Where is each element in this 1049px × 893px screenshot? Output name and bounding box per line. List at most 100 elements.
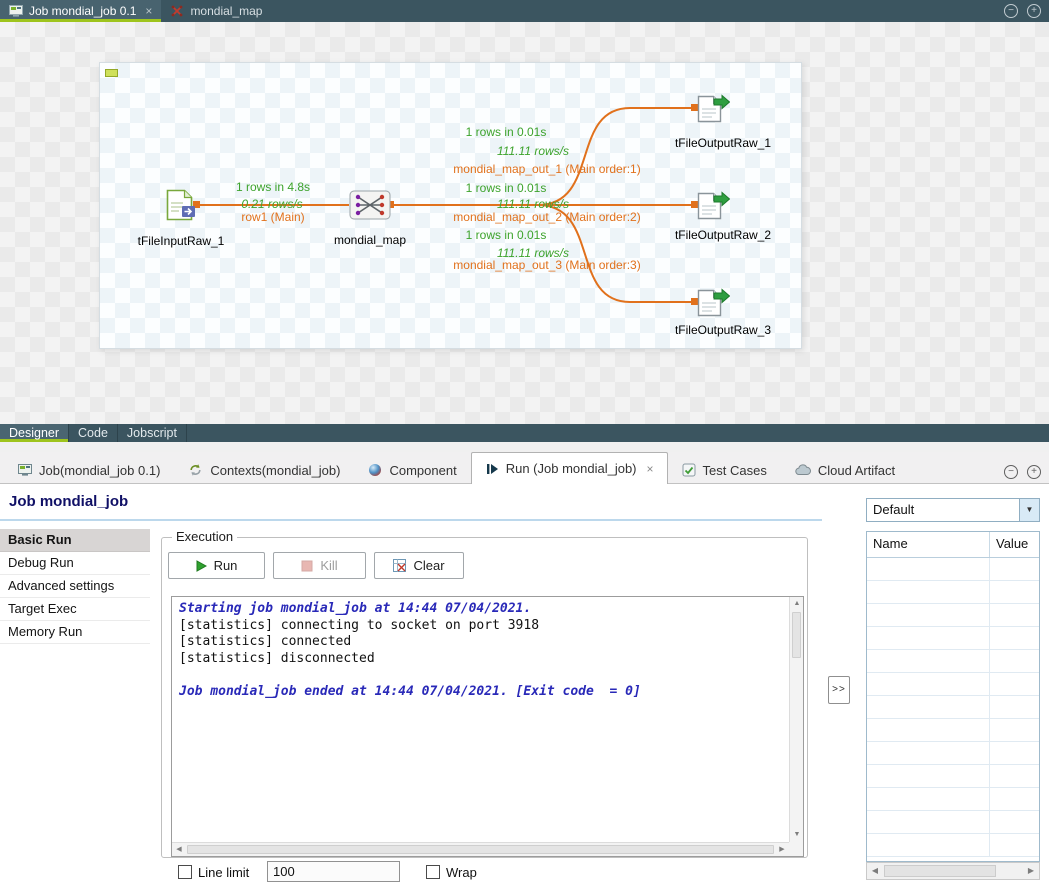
tab-contexts-view[interactable]: Contexts(mondial_job) [174,455,354,484]
console-line: [statistics] connecting to socket on por… [179,618,787,635]
scrollbar-thumb[interactable] [187,845,774,854]
job-canvas[interactable]: tFileInputRaw_1 mondial_map tFileOutputR… [99,62,802,349]
scroll-up-icon[interactable]: ▲ [790,597,804,611]
designer-canvas-region: tFileInputRaw_1 mondial_map tFileOutputR… [0,22,1049,424]
component-tfileoutputraw-2[interactable] [696,190,730,223]
kill-button[interactable]: Kill [273,552,366,579]
console-vertical-scrollbar[interactable]: ▲ ▼ [789,597,803,842]
table-row [867,604,1039,627]
file-output-icon [696,287,730,317]
table-row [867,719,1039,742]
tab-label: Component [389,463,456,478]
menu-item-basic-run[interactable]: Basic Run [0,529,150,552]
clear-button[interactable]: Clear [374,552,464,579]
job-icon [18,464,32,476]
context-select-value: Default [867,499,1019,521]
execution-group: Execution Run Kill Clear Starting job mo… [161,537,808,858]
link-name: row1 (Main) [241,210,304,224]
editor-tab-bar: Job mondial_job 0.1 × mondial_map − + [0,0,1049,22]
execution-console[interactable]: Starting job mondial_job at 14:44 07/04/… [171,596,804,857]
minimize-icon[interactable]: − [1004,4,1018,18]
scrollbar-thumb[interactable] [792,612,801,658]
link-rows-stat: 1 rows in 0.01s [466,181,547,195]
menu-item-advanced-settings[interactable]: Advanced settings [0,575,150,598]
component-tfileoutputraw-1[interactable] [696,93,730,126]
play-icon [196,560,207,572]
context-variables-table: Name Value [866,531,1040,862]
editor-tab-map[interactable]: mondial_map [161,0,271,22]
minimize-icon[interactable]: − [1004,465,1018,479]
menu-item-memory-run[interactable]: Memory Run [0,621,150,644]
tab-job-view[interactable]: Job(mondial_job 0.1) [4,455,174,484]
wrap-checkbox[interactable] [426,865,440,879]
restore-icon[interactable]: + [1027,465,1041,479]
component-tfileoutputraw-3[interactable] [696,287,730,320]
scroll-left-icon[interactable]: ◀ [172,843,186,857]
console-line: Job mondial_job ended at 14:44 07/04/202… [179,684,787,701]
menu-item-target-exec[interactable]: Target Exec [0,598,150,621]
component-label: tFileOutputRaw_2 [675,228,771,242]
table-header: Name Value [867,532,1039,558]
table-row [867,811,1039,834]
chevron-down-icon[interactable]: ▼ [1019,499,1039,521]
line-limit-input[interactable] [267,861,400,882]
context-select[interactable]: Default ▼ [866,498,1040,522]
editor-tab-job[interactable]: Job mondial_job 0.1 × [0,0,161,22]
title-underline [0,519,822,521]
console-line: Starting job mondial_job at 14:44 07/04/… [179,601,787,618]
editor-window-buttons: − + [1004,4,1041,18]
editor-tab-label: Job mondial_job 0.1 [29,4,136,18]
line-limit-checkbox[interactable] [178,865,192,879]
talend-studio-window: Job mondial_job 0.1 × mondial_map − + [0,0,1049,893]
tab-component-view[interactable]: Component [354,455,470,484]
job-icon [9,5,23,17]
component-tmap[interactable] [349,190,391,223]
execution-group-label: Execution [172,529,237,544]
scroll-left-icon[interactable]: ◀ [867,863,883,879]
console-line: [statistics] connected [179,634,787,651]
table-horizontal-scrollbar[interactable]: ◀ ▶ [866,862,1040,880]
tab-designer[interactable]: Designer [0,424,69,442]
stop-icon [301,560,313,572]
line-limit-label: Line limit [198,865,249,880]
link-name: mondial_map_out_1 (Main order:1) [453,162,640,176]
test-cases-icon [682,463,696,477]
table-row [867,696,1039,719]
scroll-right-icon[interactable]: ▶ [1023,863,1039,879]
component-tfileinputraw[interactable] [162,189,198,224]
tab-test-cases[interactable]: Test Cases [668,455,781,484]
scroll-down-icon[interactable]: ▼ [790,828,804,842]
expand-contexts-button[interactable]: >> [828,676,850,704]
run-view-panel: Job mondial_job Basic Run Debug Run Adva… [0,484,1049,893]
link-rows-stat: 1 rows in 0.01s [466,228,547,242]
kill-button-label: Kill [320,558,337,573]
column-header-value: Value [990,532,1039,557]
console-line [179,667,787,684]
table-row [867,650,1039,673]
cloud-icon [795,464,811,476]
close-icon[interactable]: × [145,4,152,18]
menu-item-debug-run[interactable]: Debug Run [0,552,150,575]
run-view-icon [485,462,499,476]
tab-cloud-artifact[interactable]: Cloud Artifact [781,455,909,484]
run-view-menu: Basic Run Debug Run Advanced settings Ta… [0,529,150,644]
tab-label: Test Cases [703,463,767,478]
restore-icon[interactable]: + [1027,4,1041,18]
console-horizontal-scrollbar[interactable]: ◀ ▶ [172,842,789,856]
tab-jobscript[interactable]: Jobscript [118,424,187,442]
editor-tab-label: mondial_map [190,4,262,18]
tab-run-view[interactable]: Run (Job mondial_job) × [471,452,668,484]
table-row [867,788,1039,811]
link-rows-stat: 1 rows in 0.01s [466,125,547,139]
contexts-icon [188,463,203,477]
run-button[interactable]: Run [168,552,265,579]
scrollbar-thumb[interactable] [884,865,996,877]
link-rate-stat: 0.21 rows/s [241,197,302,211]
table-row [867,765,1039,788]
scrollbar-corner [789,842,803,856]
view-tab-bar: Job(mondial_job 0.1) Contexts(mondial_jo… [0,452,1049,484]
designer-view-tabs: Designer Code Jobscript [0,424,1049,442]
tab-code[interactable]: Code [69,424,118,442]
scroll-right-icon[interactable]: ▶ [775,843,789,857]
close-icon[interactable]: × [647,462,654,476]
